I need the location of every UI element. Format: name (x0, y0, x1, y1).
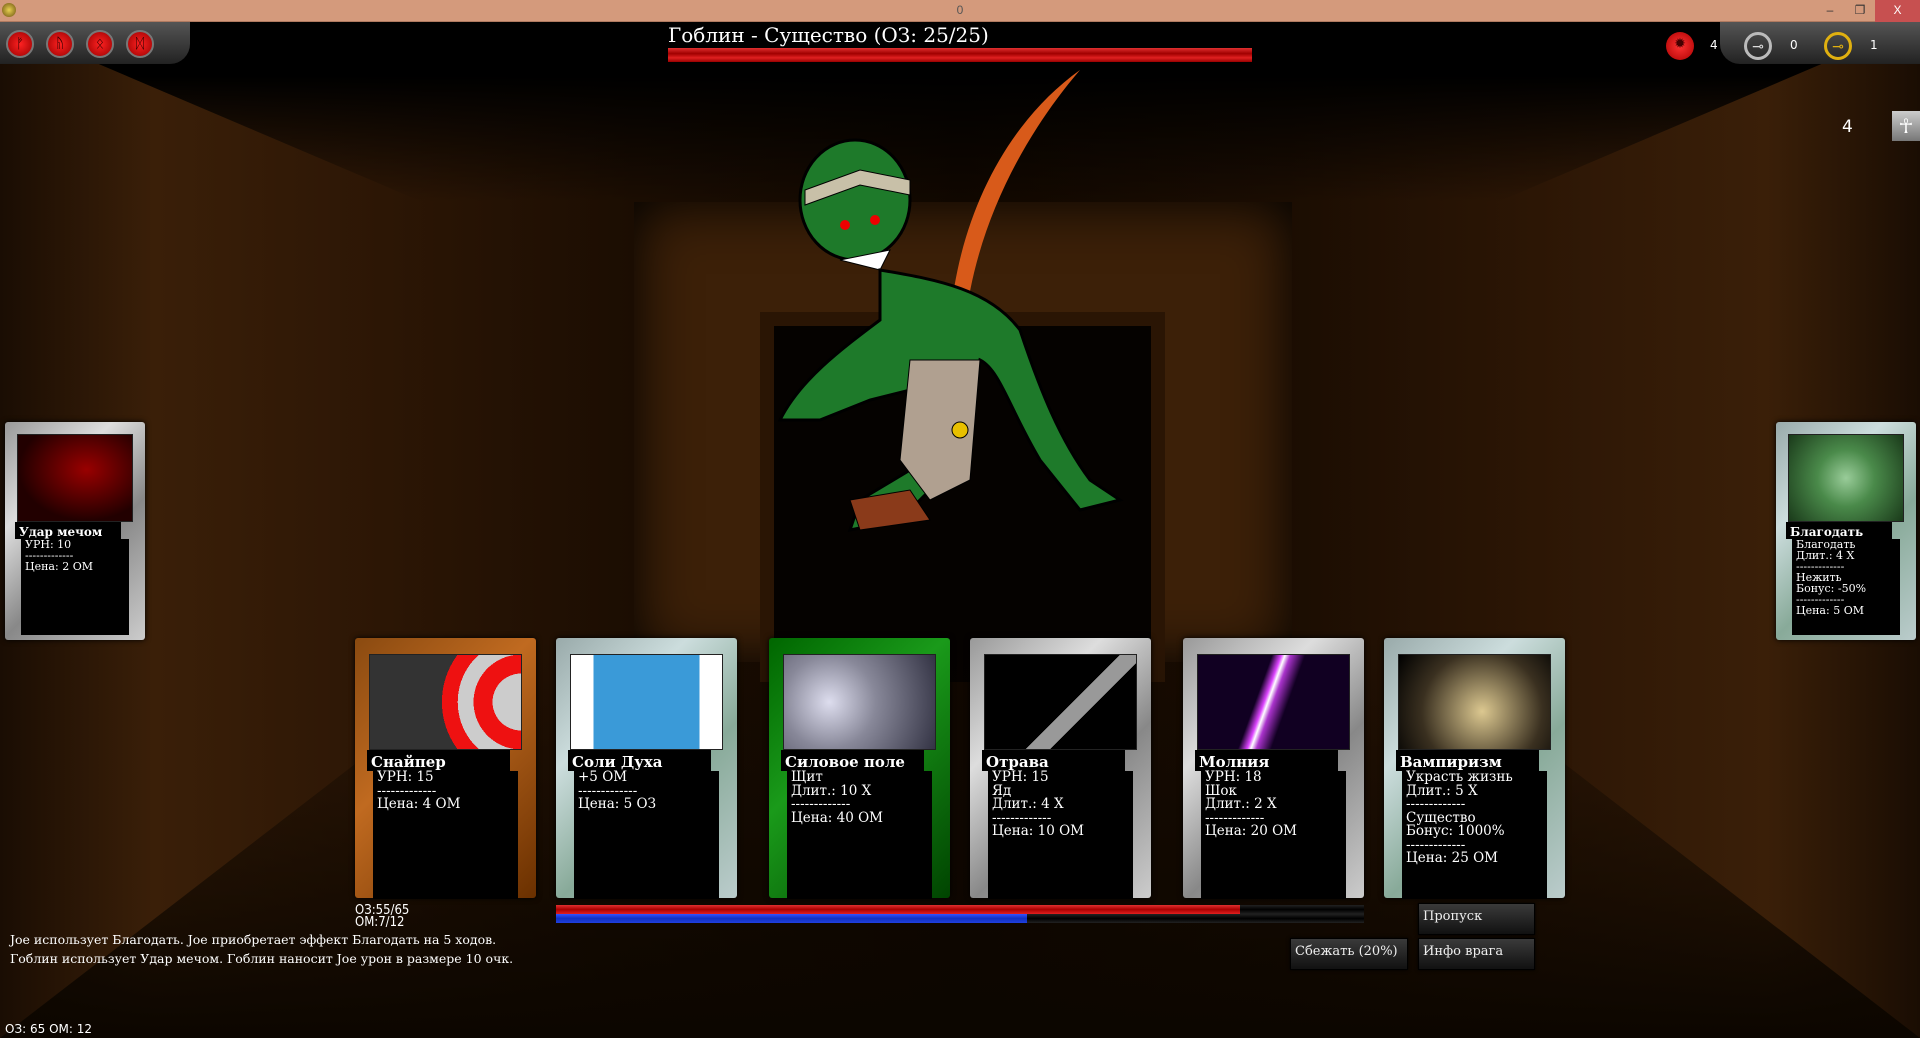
enemy-info-button[interactable]: Инфо врага (1418, 938, 1535, 970)
enemy-action-card: Удар мечом УРН: 10 ------------- Цена: 2… (5, 422, 145, 640)
rune-4-icon[interactable]: ᛞ (126, 30, 154, 58)
red-gem-count: 4 (1710, 38, 1718, 52)
target-image (369, 654, 522, 750)
card-name: Отрава (982, 750, 1125, 771)
bottle-image (570, 654, 723, 750)
poison-blade-image (984, 654, 1137, 750)
player-mp-bar (556, 914, 1364, 923)
goblin-enemy[interactable] (760, 60, 1180, 570)
card-text: Щит Длит.: 10 Х ------------- Цена: 40 О… (787, 770, 932, 899)
player-hp-bar (556, 905, 1364, 914)
player-base-stats: ОЗ: 65 ОМ: 12 (5, 1022, 93, 1036)
card-name: Удар мечом (15, 522, 121, 539)
enemy-hp-bar (668, 48, 1252, 62)
force-field-image (783, 654, 936, 750)
rune-3-icon[interactable]: ᛟ (86, 30, 114, 58)
enemy-name-label: Гоблин - Существо (ОЗ: 25/25) (668, 23, 989, 47)
card-text: Украсть жизнь Длит.: 5 Х ------------- С… (1402, 770, 1547, 899)
title-bar: 0 – ❐ X (0, 0, 1920, 22)
gold-key-count: 1 (1870, 38, 1878, 52)
card-text: УРН: 18 Шок Длит.: 2 Х ------------- Цен… (1201, 770, 1346, 899)
floor-number: 4 (1842, 117, 1853, 137)
vampire-image (1398, 654, 1551, 750)
clover-image (1788, 434, 1904, 522)
card-text: УРН: 15 ------------- Цена: 4 ОМ (373, 770, 518, 899)
combat-log-line: Joe использует Благодать. Joe приобретае… (10, 932, 497, 947)
flee-button[interactable]: Сбежать (20%) (1290, 938, 1408, 970)
card-name: Молния (1195, 750, 1338, 771)
red-gem-icon: ✹ (1666, 32, 1694, 60)
card-name: Силовое поле (781, 750, 924, 771)
card-text: Благодать Длит.: 4 Х ------------- Нежит… (1792, 539, 1900, 635)
skill-card-poison[interactable]: Отрава УРН: 15 Яд Длит.: 4 Х -----------… (970, 638, 1151, 899)
combat-log-line: Гоблин использует Удар мечом. Гоблин нан… (10, 951, 514, 966)
skill-card-vampirism[interactable]: Вампиризм Украсть жизнь Длит.: 5 Х -----… (1384, 638, 1565, 899)
minimize-button[interactable]: – (1815, 0, 1845, 22)
card-name: Благодать (1786, 522, 1892, 539)
card-name: Вампиризм (1396, 750, 1539, 771)
skill-card-spirit-salts[interactable]: Соли Духа +5 ОМ ------------- Цена: 5 ОЗ (556, 638, 737, 899)
card-name: Соли Духа (568, 750, 711, 771)
skip-button[interactable]: Пропуск (1418, 903, 1535, 935)
skill-card-lightning[interactable]: Молния УРН: 18 Шок Длит.: 2 Х ----------… (1183, 638, 1364, 899)
rune-1-icon[interactable]: ᚠ (6, 30, 34, 58)
card-text: УРН: 10 ------------- Цена: 2 ОМ (21, 539, 129, 635)
player-mp-label: ОМ:7/12 (355, 915, 405, 930)
ankh-icon[interactable]: ☥ (1892, 111, 1920, 141)
card-name: Снайпер (367, 750, 510, 771)
close-button[interactable]: X (1875, 0, 1920, 22)
window-title: 0 (956, 3, 964, 17)
gold-key-icon: ⊸ (1824, 32, 1852, 60)
restore-button[interactable]: ❐ (1845, 0, 1875, 22)
card-text: +5 ОМ ------------- Цена: 5 ОЗ (574, 770, 719, 899)
card-text: УРН: 15 Яд Длит.: 4 Х ------------- Цена… (988, 770, 1133, 899)
skill-card-force-field[interactable]: Силовое поле Щит Длит.: 10 Х -----------… (769, 638, 950, 899)
sword-image (17, 434, 133, 522)
rune-2-icon[interactable]: ᚥ (46, 30, 74, 58)
silver-key-icon: ⊸ (1744, 32, 1772, 60)
lightning-image (1197, 654, 1350, 750)
skill-card-sniper[interactable]: Снайпер УРН: 15 ------------- Цена: 4 ОМ (355, 638, 536, 899)
silver-key-count: 0 (1790, 38, 1798, 52)
player-effect-card: Благодать Благодать Длит.: 4 Х ---------… (1776, 422, 1916, 640)
